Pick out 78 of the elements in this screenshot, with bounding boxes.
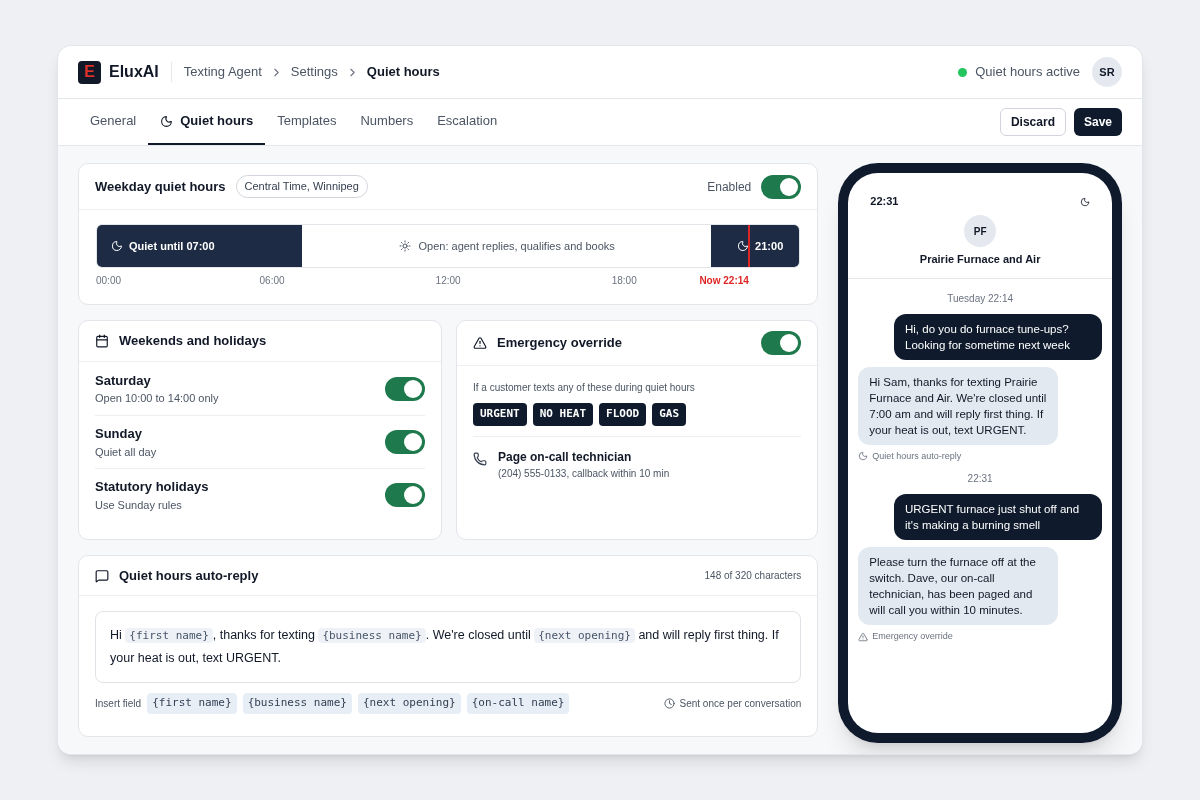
breadcrumb-link[interactable]: Quiet hours [366,62,440,82]
tab[interactable]: General [78,99,149,145]
keyword-tag: FLOOD [599,403,647,426]
row-detail: Open 10:00 to 14:00 only [95,391,219,406]
insert-label: Insert field [95,696,142,711]
row-detail: Use Sunday rules [95,497,183,513]
segment-label: Quiet until 07:00 [129,238,215,254]
status-time: 22:31 [870,193,899,209]
status-label: Quiet hours active [975,63,1080,82]
outgoing-message: URGENT furnace just shut off and it's making a burning smell [894,494,1102,540]
toggle-switch[interactable] [385,376,425,401]
moon-icon [1080,197,1090,207]
phone-icon [473,451,487,466]
character-count: 148 of 320 characters [704,569,802,583]
outgoing-message: Hi, do you do furnace tune-ups? Looking for sometime next week [894,313,1102,360]
warning-icon [473,336,487,350]
toggle-label: Enabled [707,178,752,196]
logo: E [78,60,101,84]
message-field[interactable]: Hi {first name} , thanks for texting {business name} . We're closed until {next opening} and will reply first thing. If your heat is out, text URGENT. [95,611,802,683]
message-note: Quiet hours auto-reply [872,449,962,463]
segment-label: Open: agent replies, qualifies and books [418,238,615,254]
calendar-icon [95,334,109,348]
tick-label: 06:00 [259,274,285,288]
toggle-switch[interactable] [385,483,425,507]
tick-label: 18:00 [611,274,637,288]
insert-field-chip[interactable]: {on-call name} [466,693,570,714]
card-title: Emergency override [497,334,622,353]
tick-label: 00:00 [96,274,122,288]
timestamp: 22:31 [967,472,993,486]
field-token: {next opening} [534,628,635,643]
message-note: Emergency override [872,630,953,643]
moon-icon [858,451,869,462]
field-token: {first name} [125,628,213,643]
user-avatar[interactable]: SR [1092,57,1122,87]
field-token: {business name} [318,628,426,643]
sun-icon [398,240,411,252]
insert-field-chip[interactable]: {first name} [147,693,237,714]
incoming-message: Please turn the furnace off at the switch. Dave, our on-call technician, has been paged and will call you within 10 minutes. [858,547,1059,625]
row-title: Saturday [95,371,152,390]
segment-label: 21:00 [755,238,784,254]
frequency-note: Sent once per conversation [679,696,802,711]
card-title: Weekends and holidays [119,332,267,351]
keyword-tag: URGENT [473,403,527,426]
action-detail: (204) 555-0133, callback within 10 min [498,466,670,481]
breadcrumb-link[interactable]: Texting Agent [183,62,262,82]
card-title: Quiet hours auto-reply [119,566,259,585]
incoming-message: Hi Sam, thanks for texting Prairie Furnace and Air. We're closed until 7:00 am and will reply first thing. If your heat is out, text URGENT. [858,366,1059,445]
row-title: Statutory holidays [95,478,209,496]
insert-field-chip[interactable]: {business name} [242,693,352,714]
clock-icon [663,697,675,709]
toggle-switch[interactable] [761,331,802,355]
toggle-switch[interactable] [761,174,802,199]
keyword-tag: GAS [652,403,687,426]
tab[interactable]: Escalation [425,99,510,145]
keyword-tag: NO HEAT [532,403,594,426]
row-title: Sunday [95,425,143,443]
moon-icon [737,240,750,252]
moon-icon [160,114,174,128]
brand-name: EluxAI [109,62,159,82]
tab[interactable]: Numbers [348,99,426,145]
warning-icon [858,631,869,642]
breadcrumb-link[interactable]: Settings [290,62,338,82]
contact-avatar: PF [964,215,997,247]
save-button[interactable]: Save [1073,108,1122,136]
insert-field-chip[interactable]: {next opening} [357,693,461,714]
moon-icon [111,240,123,252]
card-title: Weekday quiet hours [95,177,226,196]
now-label: Now 22:14 [699,274,749,288]
hint-text: If a customer texts any of these during quiet hours [473,381,696,395]
action-title: Page on-call technician [498,448,633,466]
row-detail: Quiet all day [95,444,157,460]
discard-button[interactable]: Discard [999,108,1066,136]
timestamp: Tuesday 22:14 [947,291,1014,306]
contact-name: Prairie Furnace and Air [919,252,1041,267]
tick-label: 12:00 [435,274,461,288]
toggle-switch[interactable] [385,430,425,454]
tab[interactable]: Templates [265,99,349,145]
chat-icon [95,568,109,583]
